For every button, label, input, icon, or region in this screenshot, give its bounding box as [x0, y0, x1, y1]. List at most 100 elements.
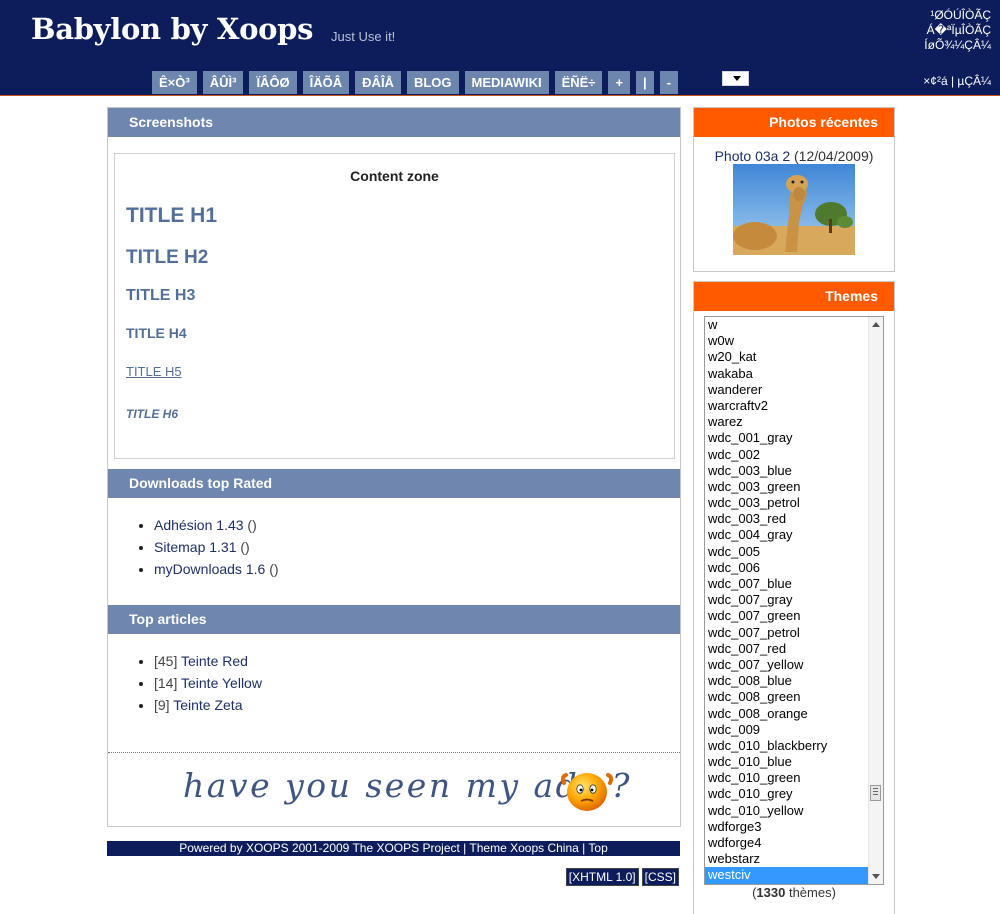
scroll-up-arrow-icon[interactable] — [872, 322, 880, 327]
theme-option[interactable]: wdc_008_green — [705, 689, 868, 705]
theme-option[interactable]: wdc_004_gray — [705, 527, 868, 543]
footer-top-link[interactable]: Top — [588, 841, 607, 855]
theme-option[interactable]: westciv — [705, 867, 868, 884]
recent-photos-title: Photos récentes — [694, 108, 894, 137]
themes-count: (1330 thèmes) — [752, 885, 836, 900]
theme-option[interactable]: wdc_007_red — [705, 641, 868, 657]
theme-option[interactable]: wdc_003_green — [705, 479, 868, 495]
theme-option[interactable]: wdc_003_red — [705, 511, 868, 527]
footer-powered-link[interactable]: Powered by XOOPS 2001-2009 The XOOPS Pro… — [179, 841, 460, 855]
nav-item-forum[interactable]: ÂÛÌ³ — [202, 71, 244, 94]
download-link[interactable]: myDownloads — [154, 561, 242, 577]
screenshots-block-title: Screenshots — [108, 108, 680, 137]
theme-option[interactable]: w — [705, 317, 868, 333]
nav-item-downloads[interactable]: ÏÂÔØ — [249, 71, 297, 94]
article-link[interactable]: Teinte Yellow — [181, 675, 262, 691]
article-count: [14] — [154, 675, 178, 691]
top-link-log[interactable]: ÍøÕ¾¼ÇÂ¼ — [924, 38, 991, 53]
theme-option[interactable]: w20_kat — [705, 349, 868, 365]
article-count: [9] — [154, 697, 170, 713]
footer-theme-link[interactable]: Theme Xoops China — [469, 841, 578, 855]
validator-links: [XHTML 1.0] [CSS] — [563, 868, 679, 886]
articles-block-title: Top articles — [108, 605, 680, 634]
list-item: Sitemap 1.31 () — [154, 536, 279, 558]
css-validator-link[interactable]: [CSS] — [641, 868, 679, 886]
theme-option[interactable]: wdc_010_grey — [705, 786, 868, 802]
photo-caption: Photo 03a 2 (12/04/2009) — [694, 148, 894, 164]
heading-h3: TITLE H3 — [126, 287, 196, 304]
theme-option[interactable]: wdc_002 — [705, 447, 868, 463]
download-link[interactable]: Adhésion — [154, 517, 212, 533]
list-item: Adhésion 1.43 () — [154, 514, 279, 536]
theme-option[interactable]: warcraftv2 — [705, 398, 868, 414]
main-nav: Ê×Ò³ ÂÛÌ³ ÏÂÔØ ÎÄÕÂ ÐÂÎÅ BLOG MEDIAWIKI … — [152, 71, 684, 95]
scroll-thumb[interactable] — [870, 785, 881, 801]
article-count: [45] — [154, 653, 178, 669]
nav-item-zoom-out[interactable]: - — [659, 71, 679, 94]
theme-option[interactable]: wdc_006 — [705, 560, 868, 576]
theme-option[interactable]: wdc_007_gray — [705, 592, 868, 608]
chevron-down-icon — [733, 76, 741, 81]
theme-option[interactable]: wdc_003_petrol — [705, 495, 868, 511]
list-item: [45] Teinte Red — [154, 650, 262, 672]
thinking-smiley-icon — [560, 773, 614, 811]
download-extra: () — [269, 561, 279, 577]
nav-item-home[interactable]: Ê×Ò³ — [152, 71, 197, 94]
theme-option[interactable]: wdc_008_blue — [705, 673, 868, 689]
theme-option[interactable]: webstarz — [705, 851, 868, 867]
theme-option[interactable]: wdforge3 — [705, 819, 868, 835]
nav-item-news[interactable]: ÐÂÎÅ — [355, 71, 401, 94]
nav-item-zoom-reset[interactable]: | — [636, 71, 654, 94]
nav-item-zoom-in[interactable]: + — [608, 71, 631, 94]
heading-h6: TITLE H6 — [126, 407, 179, 421]
heading-h4: TITLE H4 — [126, 325, 187, 341]
theme-option[interactable]: wdforge4 — [705, 835, 868, 851]
nav-item-articles[interactable]: ÎÄÕÂ — [302, 71, 350, 94]
theme-option[interactable]: wdc_001_gray — [705, 430, 868, 446]
theme-option[interactable]: wanderer — [705, 382, 868, 398]
photo-caption-link[interactable]: Photo 03a 2 — [715, 148, 791, 164]
language-select[interactable] — [722, 71, 749, 86]
xhtml-validator-link[interactable]: [XHTML 1.0] — [565, 868, 639, 886]
list-item: [14] Teinte Yellow — [154, 672, 262, 694]
theme-option[interactable]: wdc_010_yellow — [705, 803, 868, 819]
list-item: myDownloads 1.6 () — [154, 558, 279, 580]
download-version: 1.6 — [245, 561, 266, 577]
theme-option[interactable]: wdc_009 — [705, 722, 868, 738]
themes-scrollbar[interactable] — [868, 317, 883, 884]
themes-count-label: thèmes — [788, 885, 832, 900]
theme-option[interactable]: w0w — [705, 333, 868, 349]
nav-item-blog[interactable]: BLOG — [406, 71, 459, 94]
theme-option[interactable]: wdc_007_green — [705, 608, 868, 624]
theme-option[interactable]: wdc_010_blackberry — [705, 738, 868, 754]
theme-option[interactable]: wdc_007_blue — [705, 576, 868, 592]
scroll-down-arrow-icon[interactable] — [872, 874, 880, 879]
top-link-contact[interactable]: Á�ªÏµÎÒÃÇ — [924, 23, 991, 38]
theme-option[interactable]: wdc_003_blue — [705, 463, 868, 479]
nav-item-search[interactable]: ËÑË÷ — [554, 71, 603, 94]
nav-item-mediawiki[interactable]: MEDIAWIKI — [464, 71, 549, 94]
ads-divider — [108, 752, 680, 753]
camel-photo[interactable] — [733, 164, 855, 255]
download-link[interactable]: Sitemap — [154, 539, 205, 555]
theme-option[interactable]: wdc_010_blue — [705, 754, 868, 770]
heading-h5-link[interactable]: TITLE H5 — [126, 364, 182, 379]
user-links[interactable]: ×¢²á | µÇÂ¼ — [923, 74, 991, 88]
article-link[interactable]: Teinte Red — [181, 653, 248, 669]
theme-option[interactable]: wdc_007_petrol — [705, 625, 868, 641]
download-version: 1.31 — [209, 539, 237, 555]
content-zone-title: Content zone — [350, 168, 439, 184]
theme-option[interactable]: warez — [705, 414, 868, 430]
footer-separator: | — [459, 841, 470, 855]
theme-option[interactable]: wdc_007_yellow — [705, 657, 868, 673]
themes-listbox[interactable]: w w0w w20_kat wakaba wanderer warcraftv2 warez… — [704, 316, 884, 885]
downloads-block-title: Downloads top Rated — [108, 469, 680, 498]
theme-option[interactable]: wakaba — [705, 366, 868, 382]
site-name[interactable]: Babylon by Xoops — [31, 12, 313, 46]
theme-option[interactable]: wdc_005 — [705, 544, 868, 560]
main-content: Screenshots Content zone TITLE H1 TITLE … — [107, 107, 681, 827]
theme-option[interactable]: wdc_008_orange — [705, 706, 868, 722]
top-link-about[interactable]: ¹ØÓÚÎÒÃÇ — [924, 8, 991, 23]
article-link[interactable]: Teinte Zeta — [173, 697, 242, 713]
theme-option[interactable]: wdc_010_green — [705, 770, 868, 786]
